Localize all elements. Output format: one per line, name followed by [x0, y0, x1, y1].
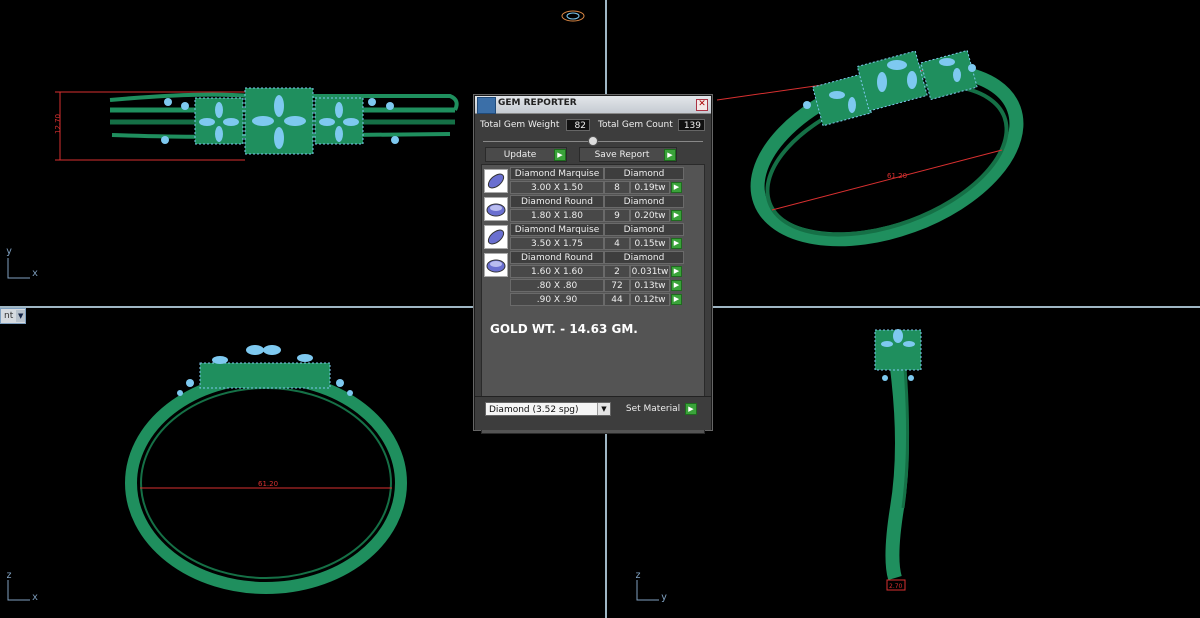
gem-weight: 0.12tw: [630, 293, 670, 306]
update-button-label: Update: [503, 149, 537, 160]
gem-weight: 0.20tw: [630, 209, 670, 222]
gem-size: 1.60 X 1.60: [510, 265, 604, 278]
gem-weight: 0.13tw: [630, 279, 670, 292]
axis-gizmo-icon: [7, 580, 30, 601]
play-icon[interactable]: ▶: [671, 280, 682, 291]
gem-count: 4: [604, 237, 630, 250]
dimension-label: 2.70: [889, 583, 903, 590]
total-gem-weight-value: 82: [566, 119, 590, 131]
save-report-button[interactable]: Save Report ▶: [579, 147, 677, 162]
panel-title: GEM REPORTER: [498, 98, 577, 108]
material-select-value: Diamond (3.52 spg): [489, 405, 579, 415]
dimension-label: 12.70: [54, 114, 62, 134]
axis-gizmo-icon: [7, 258, 30, 279]
material-select[interactable]: Diamond (3.52 spg) ▼: [485, 402, 611, 416]
material-bar: Diamond (3.52 spg) ▼ Set Material ▶: [475, 396, 711, 430]
set-material-button-label: Set Material: [625, 403, 681, 414]
view-mode-label: nt: [4, 311, 14, 321]
dimension-label: 61.20: [258, 480, 278, 488]
close-icon[interactable]: ✕: [696, 99, 708, 111]
gem-count: 72: [604, 279, 630, 292]
gem-size: 3.50 X 1.75: [510, 237, 604, 250]
marquise-gem-icon: [484, 169, 508, 193]
ring-thumbnail-icon: [561, 10, 585, 22]
gem-size: .90 X .90: [510, 293, 604, 306]
gem-material-label: Diamond: [604, 251, 684, 264]
gold-weight-note: GOLD WT. - 14.63 GM.: [490, 322, 638, 336]
gem-weight: 0.15tw: [630, 237, 670, 250]
save-report-button-label: Save Report: [594, 149, 650, 160]
gem-type-label: Diamond Marquise: [510, 167, 604, 180]
total-gem-count-label: Total Gem Count: [598, 120, 673, 130]
play-icon[interactable]: ▶: [671, 266, 682, 277]
gem-count: 44: [604, 293, 630, 306]
gem-count: 2: [604, 265, 630, 278]
gem-material-label: Diamond: [604, 223, 684, 236]
play-icon[interactable]: ▶: [671, 182, 682, 193]
gem-list[interactable]: Diamond Marquise Diamond 3.00 X 1.50 8 0.19t…: [481, 164, 705, 434]
panel-title-bar[interactable]: GEM REPORTER ✕: [475, 96, 711, 114]
gem-size: 3.00 X 1.50: [510, 181, 604, 194]
marquise-gem-icon: [484, 225, 508, 249]
gem-type-label: Diamond Round: [510, 251, 604, 264]
gem-type-label: Diamond Round: [510, 195, 604, 208]
chevron-down-icon: ▼: [16, 310, 26, 322]
play-icon[interactable]: ▶: [671, 238, 682, 249]
gem-count: 9: [604, 209, 630, 222]
play-icon: ▶: [554, 148, 566, 161]
app-logo-icon: [477, 97, 496, 114]
view-mode-dropdown[interactable]: nt ▼: [0, 308, 27, 324]
gem-material-label: Diamond: [604, 195, 684, 208]
play-icon: ▶: [664, 148, 676, 161]
play-icon: ▶: [685, 402, 697, 415]
gem-count: 8: [604, 181, 630, 194]
total-gem-count-value: 139: [678, 119, 705, 131]
dimension-label: 61.20: [887, 172, 907, 180]
gem-size: 1.80 X 1.80: [510, 209, 604, 222]
round-gem-icon: [484, 253, 508, 277]
play-icon[interactable]: ▶: [671, 294, 682, 305]
gem-material-label: Diamond: [604, 167, 684, 180]
chevron-down-icon: ▼: [597, 403, 610, 415]
axis-gizmo-icon: [636, 580, 659, 601]
gem-type-label: Diamond Marquise: [510, 223, 604, 236]
gem-weight: 0.031tw: [630, 265, 670, 278]
gem-reporter-panel[interactable]: GEM REPORTER ✕ Total Gem Weight 82 Total…: [474, 95, 712, 434]
gem-size: .80 X .80: [510, 279, 604, 292]
update-button[interactable]: Update ▶: [485, 147, 567, 162]
round-gem-icon: [484, 197, 508, 221]
play-icon[interactable]: ▶: [671, 210, 682, 221]
slider-handle[interactable]: [588, 136, 598, 146]
total-gem-weight-label: Total Gem Weight: [480, 120, 560, 130]
set-material-button[interactable]: Set Material ▶: [621, 402, 697, 415]
gem-weight: 0.19tw: [630, 181, 670, 194]
